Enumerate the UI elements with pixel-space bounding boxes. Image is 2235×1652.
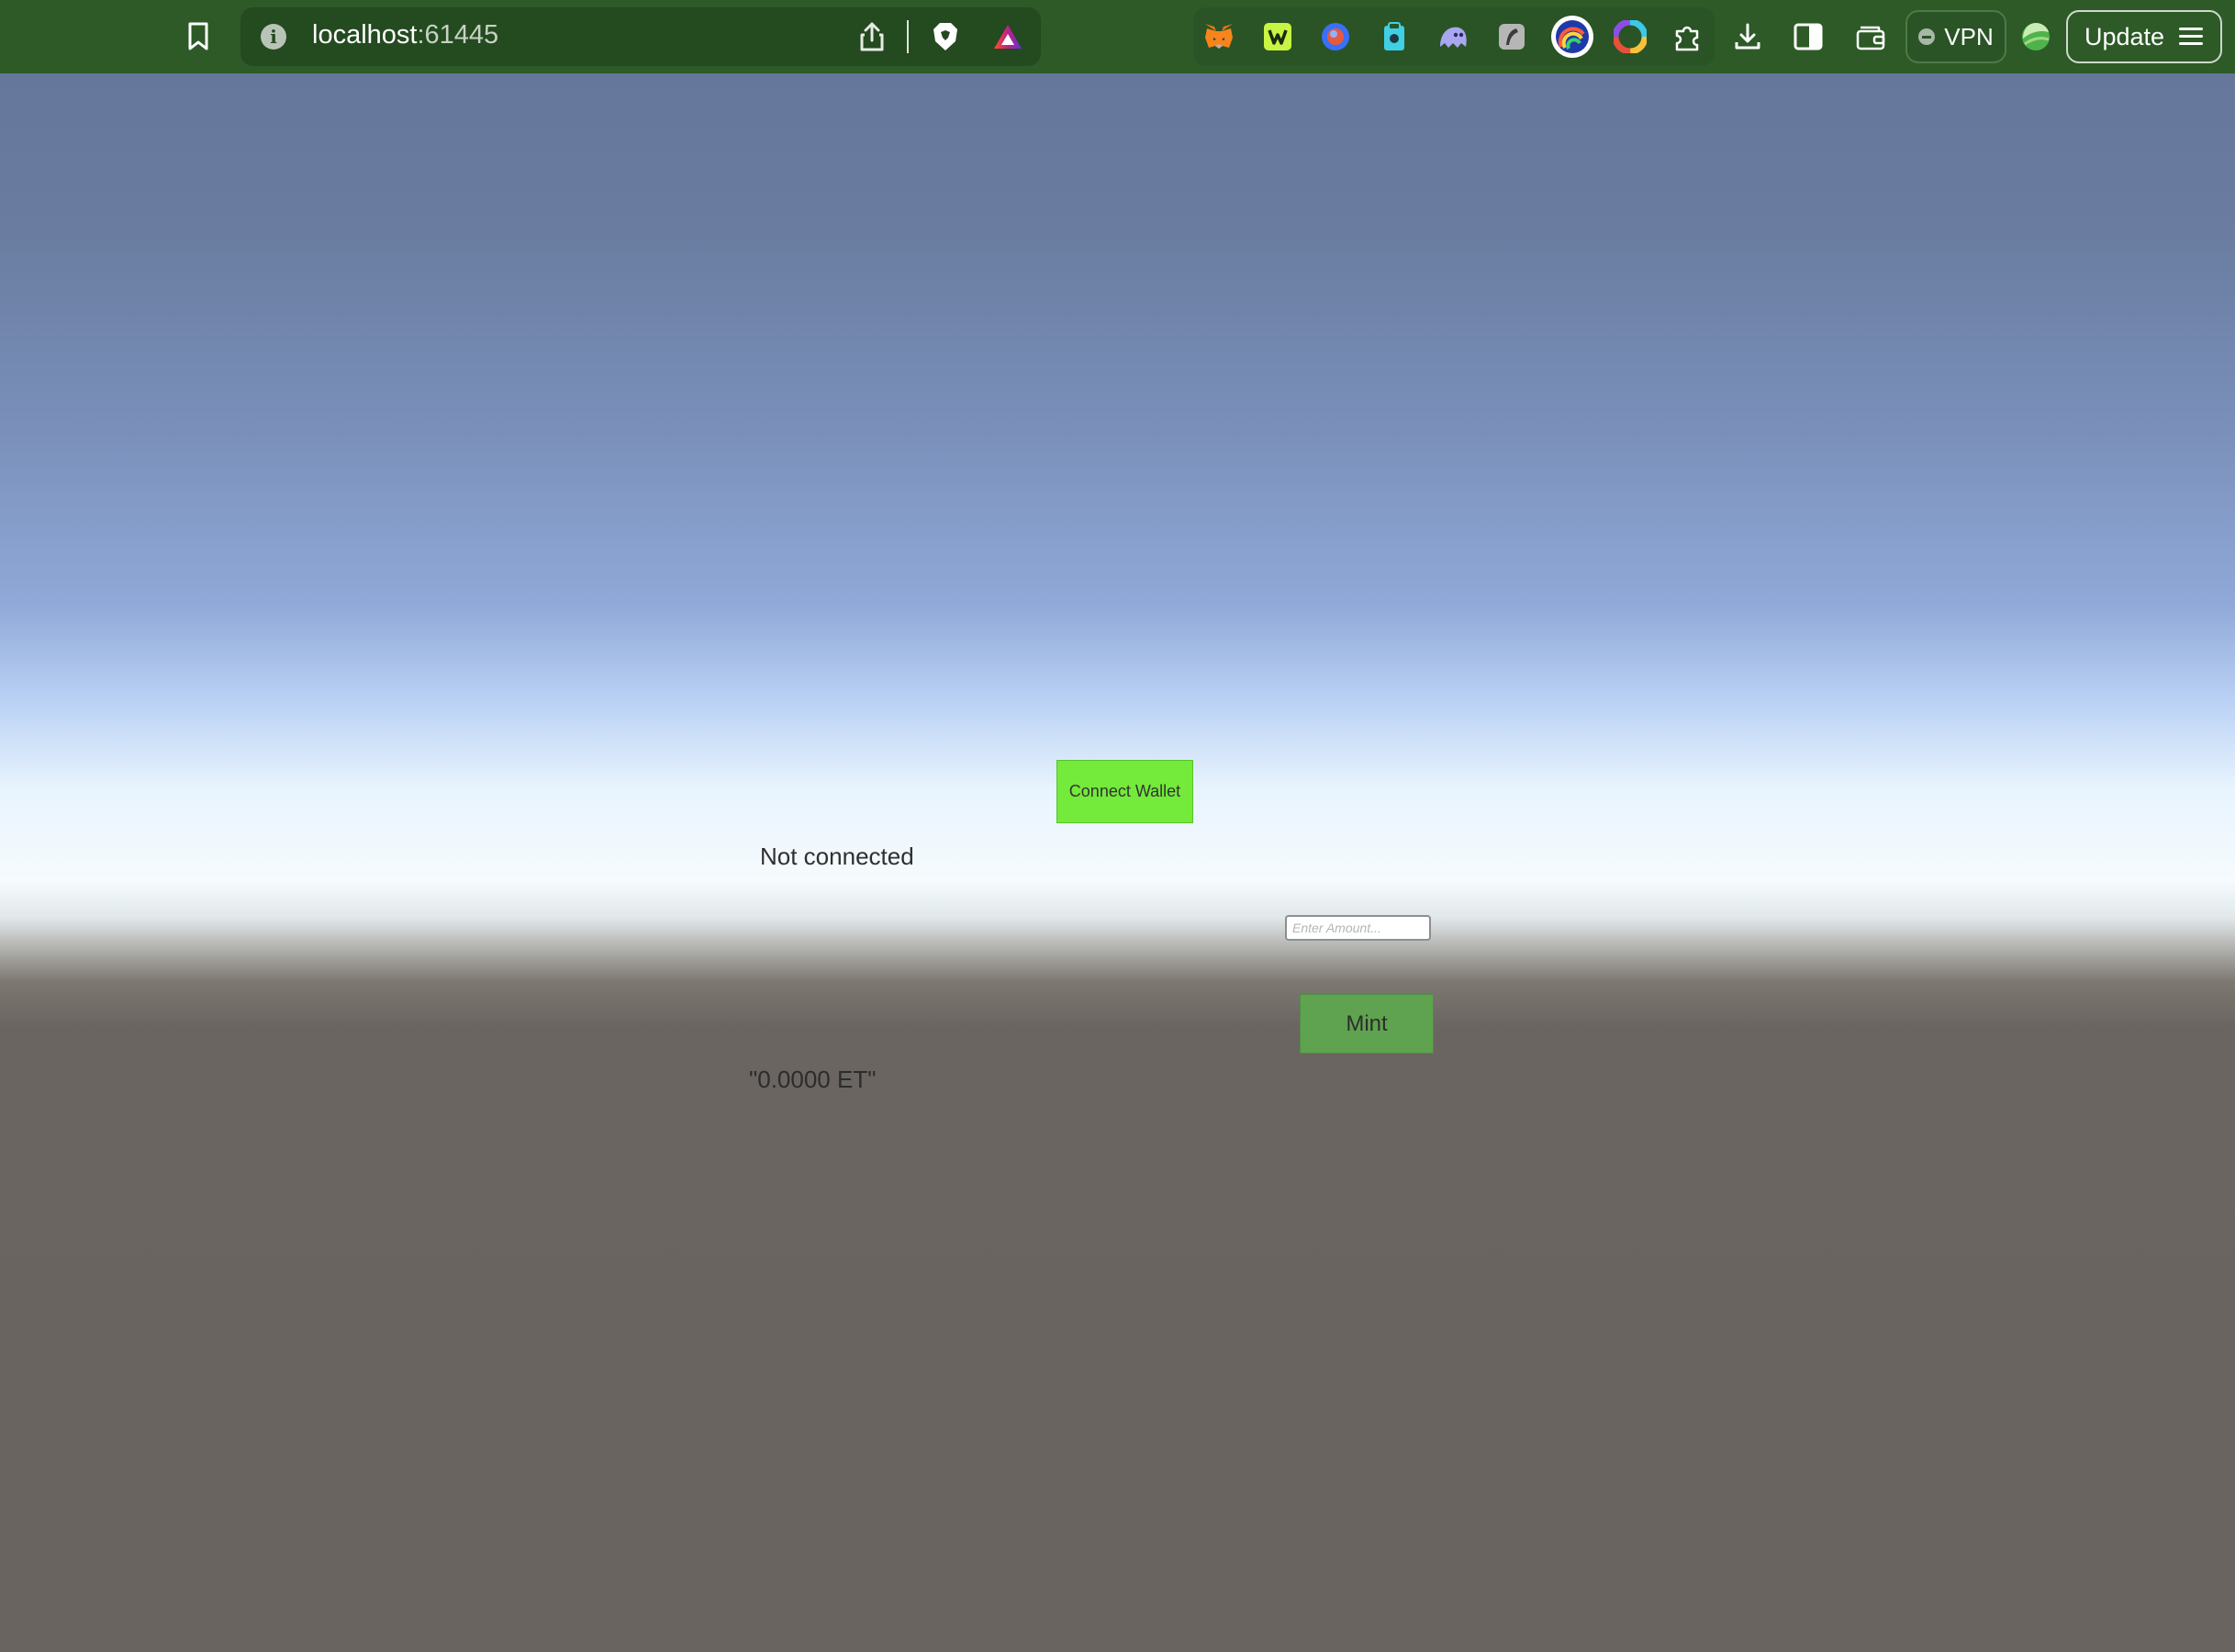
url-divider bbox=[907, 20, 909, 53]
site-info-icon[interactable]: i bbox=[261, 24, 286, 50]
extension-ghost-icon[interactable] bbox=[1435, 18, 1471, 55]
browser-toolbar: i localhost:61445 VPN Update bbox=[0, 0, 2235, 73]
brave-rewards-icon[interactable] bbox=[988, 17, 1028, 57]
url-port: :61445 bbox=[417, 20, 499, 50]
vpn-button[interactable]: VPN bbox=[1905, 10, 2006, 63]
metamask-icon[interactable] bbox=[1201, 18, 1237, 55]
sidebar-icon[interactable] bbox=[1788, 17, 1828, 57]
share-icon[interactable] bbox=[852, 17, 892, 57]
extension-clipboard-icon[interactable] bbox=[1376, 18, 1413, 55]
mint-button[interactable]: Mint bbox=[1300, 994, 1434, 1054]
extension-green-icon[interactable] bbox=[1259, 18, 1296, 55]
extension-blue-orb-icon[interactable] bbox=[1317, 18, 1354, 55]
extensions-bar bbox=[1193, 7, 1715, 66]
extension-color-wheel-icon[interactable] bbox=[1612, 18, 1648, 55]
url-host: localhost bbox=[312, 20, 418, 50]
vpn-label: VPN bbox=[1944, 22, 1994, 50]
token-balance: "0.0000 ET" bbox=[749, 1066, 877, 1093]
url-text[interactable]: localhost:61445 bbox=[312, 20, 498, 50]
update-button[interactable]: Update bbox=[2066, 10, 2222, 63]
game-canvas[interactable]: Connect Wallet Not connected Mint "0.000… bbox=[0, 73, 2235, 1652]
downloads-icon[interactable] bbox=[1727, 17, 1768, 57]
address-bar[interactable]: i localhost:61445 bbox=[240, 7, 1041, 66]
profile-avatar-icon[interactable] bbox=[2016, 17, 2056, 57]
extension-gray-icon[interactable] bbox=[1493, 18, 1530, 55]
wallet-icon[interactable] bbox=[1850, 17, 1891, 57]
vpn-status-icon bbox=[1918, 28, 1936, 45]
connection-status: Not connected bbox=[760, 843, 914, 870]
bookmark-icon[interactable] bbox=[178, 17, 218, 57]
extensions-puzzle-icon[interactable] bbox=[1670, 18, 1706, 55]
menu-icon bbox=[2179, 28, 2204, 46]
update-label: Update bbox=[2084, 22, 2165, 50]
amount-input[interactable] bbox=[1285, 915, 1431, 941]
brave-shields-icon[interactable] bbox=[925, 17, 966, 57]
connect-wallet-button[interactable]: Connect Wallet bbox=[1056, 760, 1193, 823]
extension-rainbow-icon[interactable] bbox=[1549, 14, 1595, 60]
